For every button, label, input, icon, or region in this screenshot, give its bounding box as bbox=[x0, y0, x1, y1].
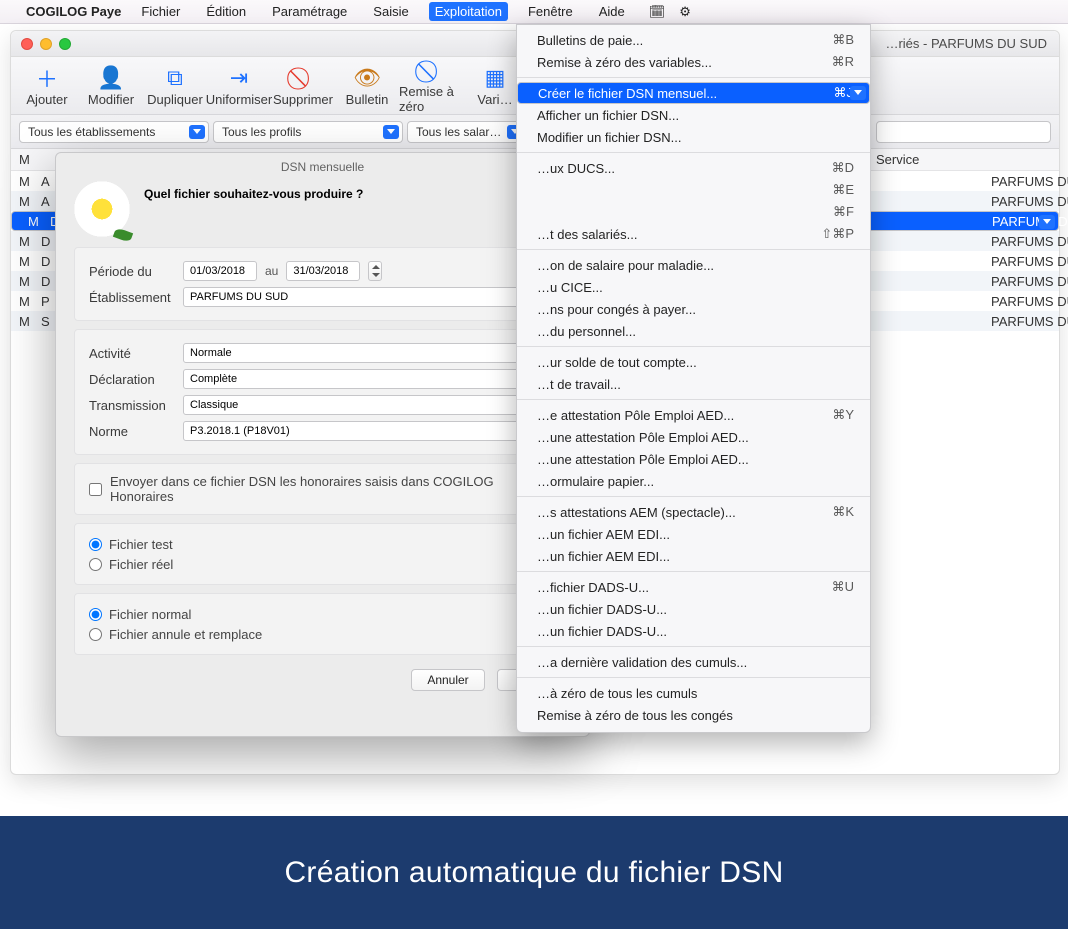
menu-item[interactable]: …ns pour congés à payer... bbox=[517, 298, 870, 320]
menu-exploitation-dropdown[interactable]: Bulletins de paie...⌘BRemise à zéro des … bbox=[516, 24, 871, 733]
menu-item[interactable]: …un fichier DADS-U... bbox=[517, 598, 870, 620]
dialog-question: Quel fichier souhaitez-vous produire ? bbox=[144, 181, 363, 201]
label-norme: Norme bbox=[89, 424, 175, 439]
toolbar-search[interactable] bbox=[876, 121, 1051, 143]
cancel-button[interactable]: Annuler bbox=[411, 669, 485, 691]
menu-item[interactable]: …ur solde de tout compte... bbox=[517, 351, 870, 373]
label-au: au bbox=[265, 264, 278, 278]
dsn-dialog: DSN mensuelle Quel fichier souhaitez-vou… bbox=[55, 152, 590, 737]
label-etablissement: Établissement bbox=[89, 290, 175, 305]
menu-item[interactable]: …on de salaire pour maladie... bbox=[517, 254, 870, 276]
date-from[interactable]: 01/03/2018 bbox=[183, 261, 257, 281]
flower-icon bbox=[74, 181, 130, 237]
filter-etablissement[interactable]: Tous les établissements bbox=[19, 121, 209, 143]
menu-item[interactable]: …s attestations AEM (spectacle)...⌘K bbox=[517, 501, 870, 523]
menu-item[interactable]: Bulletins de paie...⌘B bbox=[517, 29, 870, 51]
dialog-title: DSN mensuelle bbox=[56, 153, 589, 181]
toolbar-label: Bulletin bbox=[346, 92, 389, 107]
filter-profils[interactable]: Tous les profils bbox=[213, 121, 403, 143]
label-periode: Période du bbox=[89, 264, 175, 279]
menu-aide[interactable]: Aide bbox=[593, 2, 631, 21]
menu-fichier[interactable]: Fichier bbox=[135, 2, 186, 21]
toolbar-label: Vari… bbox=[477, 92, 512, 107]
app-name[interactable]: COGILOG Paye bbox=[26, 4, 121, 19]
menu-item[interactable]: …ormulaire papier... bbox=[517, 470, 870, 492]
gear-icon[interactable]: ⚙︎ bbox=[679, 4, 691, 20]
checkbox-honoraires[interactable]: Envoyer dans ce fichier DSN les honorair… bbox=[89, 474, 556, 504]
date-to[interactable]: 31/03/2018 bbox=[286, 261, 360, 281]
col-header-service[interactable]: Service bbox=[876, 152, 919, 167]
menu-item[interactable]: ⌘F bbox=[517, 201, 870, 223]
radio-fichier-reel[interactable]: Fichier réel bbox=[89, 554, 556, 574]
menu-item[interactable]: …fichier DADS-U...⌘U bbox=[517, 576, 870, 598]
filter-salaries[interactable]: Tous les salar… bbox=[407, 121, 527, 143]
calendar-icon[interactable]: 🗓 bbox=[649, 4, 666, 20]
menu-item[interactable]: …ux DUCS...⌘D bbox=[517, 157, 870, 179]
toolbar-label: Ajouter bbox=[26, 92, 67, 107]
menu-parametrage[interactable]: Paramétrage bbox=[266, 2, 353, 21]
menu-item[interactable]: …du personnel... bbox=[517, 320, 870, 342]
window-zoom[interactable] bbox=[59, 38, 71, 50]
radio-fichier-normal[interactable]: Fichier normal bbox=[89, 604, 556, 624]
menu-edition[interactable]: Édition bbox=[200, 2, 252, 21]
toolbar-label: Modifier bbox=[88, 92, 134, 107]
menu-item[interactable]: …un fichier DADS-U... bbox=[517, 620, 870, 642]
toolbar-remise à zéro[interactable]: ⃠Remise à zéro bbox=[399, 59, 463, 113]
menu-item[interactable]: …une attestation Pôle Emploi AED... bbox=[517, 426, 870, 448]
vari…-icon: ▦ bbox=[485, 64, 506, 92]
window-close[interactable] bbox=[21, 38, 33, 50]
toolbar-uniformiser[interactable]: ⇥Uniformiser bbox=[207, 59, 271, 113]
window-minimize[interactable] bbox=[40, 38, 52, 50]
menu-item[interactable]: Remise à zéro de tous les congés bbox=[517, 704, 870, 726]
menu-item[interactable]: …un fichier AEM EDI... bbox=[517, 523, 870, 545]
toolbar-supprimer[interactable]: ⃠Supprimer bbox=[271, 59, 335, 113]
os-menubar: COGILOG Paye Fichier Édition Paramétrage… bbox=[0, 0, 1068, 24]
toolbar-label: Remise à zéro bbox=[399, 84, 463, 114]
menu-item[interactable]: …t des salariés...⇧⌘P bbox=[517, 223, 870, 245]
menu-item[interactable]: …a dernière validation des cumuls... bbox=[517, 651, 870, 673]
slide-caption: Création automatique du fichier DSN bbox=[0, 816, 1068, 929]
toolbar-ajouter[interactable]: ＋Ajouter bbox=[15, 59, 79, 113]
menu-item[interactable]: Remise à zéro des variables...⌘R bbox=[517, 51, 870, 73]
radio-fichier-annule[interactable]: Fichier annule et remplace bbox=[89, 624, 556, 644]
menu-exploitation[interactable]: Exploitation bbox=[429, 2, 508, 21]
label-transmission: Transmission bbox=[89, 398, 175, 413]
menu-item[interactable]: …une attestation Pôle Emploi AED... bbox=[517, 448, 870, 470]
menu-saisie[interactable]: Saisie bbox=[367, 2, 414, 21]
toolbar-label: Supprimer bbox=[273, 92, 333, 107]
menu-item[interactable]: …e attestation Pôle Emploi AED...⌘Y bbox=[517, 404, 870, 426]
label-declaration: Déclaration bbox=[89, 372, 175, 387]
select-declaration[interactable]: Complète bbox=[183, 369, 556, 389]
select-etablissement[interactable]: PARFUMS DU SUD bbox=[183, 287, 556, 307]
toolbar-label: Uniformiser bbox=[206, 92, 272, 107]
menu-item[interactable]: Créer le fichier DSN mensuel...⌘J bbox=[517, 82, 870, 104]
menu-item[interactable]: …un fichier AEM EDI... bbox=[517, 545, 870, 567]
menu-item[interactable]: Afficher un fichier DSN... bbox=[517, 104, 870, 126]
radio-fichier-test[interactable]: Fichier test bbox=[89, 534, 556, 554]
modifier-icon: 👤 bbox=[97, 64, 124, 92]
toolbar-bulletin[interactable]: 👁Bulletin bbox=[335, 59, 399, 113]
toolbar-modifier[interactable]: 👤Modifier bbox=[79, 59, 143, 113]
ajouter-icon: ＋ bbox=[36, 64, 58, 92]
menu-item[interactable]: …t de travail... bbox=[517, 373, 870, 395]
menu-item[interactable]: ⌘E bbox=[517, 179, 870, 201]
date-stepper[interactable] bbox=[368, 261, 382, 281]
bulletin-icon: 👁 bbox=[353, 64, 381, 92]
menu-item[interactable]: …à zéro de tous les cumuls bbox=[517, 682, 870, 704]
dupliquer-icon: ⧉ bbox=[167, 64, 183, 92]
select-transmission[interactable]: Classique bbox=[183, 395, 556, 415]
menu-fenetre[interactable]: Fenêtre bbox=[522, 2, 579, 21]
toolbar-label: Dupliquer bbox=[147, 92, 203, 107]
menu-item[interactable]: …u CICE... bbox=[517, 276, 870, 298]
col-header-m[interactable]: M bbox=[11, 152, 41, 167]
select-activite[interactable]: Normale bbox=[183, 343, 556, 363]
select-norme[interactable]: P3.2018.1 (P18V01) bbox=[183, 421, 556, 441]
uniformiser-icon: ⇥ bbox=[230, 64, 248, 92]
label-activite: Activité bbox=[89, 346, 175, 361]
toolbar-dupliquer[interactable]: ⧉Dupliquer bbox=[143, 59, 207, 113]
menu-item[interactable]: Modifier un fichier DSN... bbox=[517, 126, 870, 148]
